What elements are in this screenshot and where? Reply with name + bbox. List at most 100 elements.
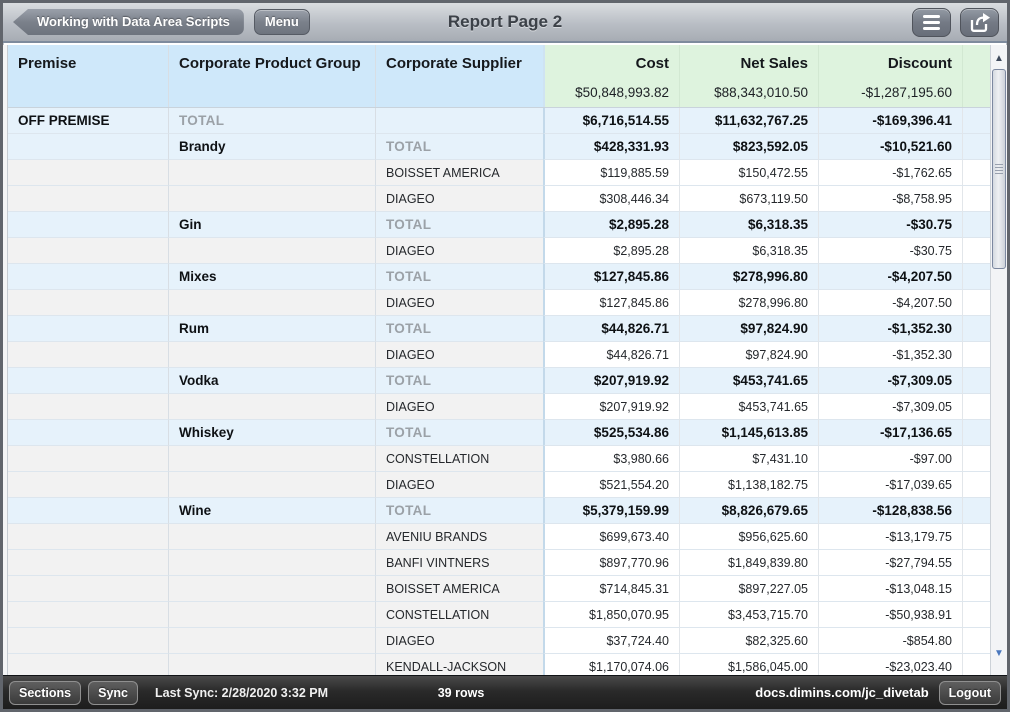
column-header-cost[interactable]: Cost $50,848,993.82: [543, 45, 679, 107]
cell-supplier: TOTAL: [375, 316, 543, 342]
cell-premise: [8, 316, 168, 342]
column-header-premise[interactable]: Premise: [8, 45, 168, 107]
back-button[interactable]: Working with Data Area Scripts: [13, 9, 244, 35]
cell-cost: $207,919.92: [543, 394, 679, 420]
table-row[interactable]: BANFI VINTNERS$897,770.96$1,849,839.80-$…: [8, 550, 990, 576]
cell-cost: $6,716,514.55: [543, 108, 679, 134]
table-row[interactable]: DIAGEO$308,446.34$673,119.50-$8,758.95: [8, 186, 990, 212]
column-header-discount[interactable]: Discount -$1,287,195.60: [818, 45, 962, 107]
cell-discount: -$1,352.30: [818, 316, 962, 342]
cell-cost: $44,826.71: [543, 316, 679, 342]
scroll-up-arrow-icon[interactable]: ▲: [991, 53, 1007, 64]
row-count: 39 rows: [438, 686, 485, 700]
cell-discount: -$23,023.40: [818, 654, 962, 675]
column-header-supplier[interactable]: Corporate Supplier: [375, 45, 543, 107]
table-body: OFF PREMISETOTAL$6,716,514.55$11,632,767…: [8, 108, 990, 675]
cell-cost: $44,826.71: [543, 342, 679, 368]
cell-premise: [8, 186, 168, 212]
cell-supplier: DIAGEO: [375, 472, 543, 498]
cell-spacer: [962, 524, 990, 550]
cell-premise: [8, 498, 168, 524]
cell-supplier: BOISSET AMERICA: [375, 576, 543, 602]
cell-premise: [8, 654, 168, 675]
table-row[interactable]: VodkaTOTAL$207,919.92$453,741.65-$7,309.…: [8, 368, 990, 394]
table-row[interactable]: BOISSET AMERICA$119,885.59$150,472.55-$1…: [8, 160, 990, 186]
cell-net-sales: $1,138,182.75: [679, 472, 818, 498]
cell-supplier: DIAGEO: [375, 186, 543, 212]
cell-spacer: [962, 316, 990, 342]
cell-discount: -$7,309.05: [818, 368, 962, 394]
cell-cost: $127,845.86: [543, 264, 679, 290]
app-window: Report Page 2 Working with Data Area Scr…: [0, 0, 1010, 712]
cell-supplier: TOTAL: [375, 420, 543, 446]
cell-discount: -$17,039.65: [818, 472, 962, 498]
cell-spacer: [962, 602, 990, 628]
table-row[interactable]: DIAGEO$37,724.40$82,325.60-$854.80: [8, 628, 990, 654]
table-row[interactable]: DIAGEO$2,895.28$6,318.35-$30.75: [8, 238, 990, 264]
table-row[interactable]: RumTOTAL$44,826.71$97,824.90-$1,352.30: [8, 316, 990, 342]
cell-net-sales: $11,632,767.25: [679, 108, 818, 134]
cell-discount: -$97.00: [818, 446, 962, 472]
scrollbar-thumb[interactable]: [992, 69, 1006, 269]
cell-net-sales: $897,227.05: [679, 576, 818, 602]
table-row[interactable]: GinTOTAL$2,895.28$6,318.35-$30.75: [8, 212, 990, 238]
server-url-text: docs.dimins.com/jc_divetab: [755, 685, 928, 700]
cell-premise: [8, 472, 168, 498]
share-button[interactable]: [960, 8, 999, 37]
cell-supplier: TOTAL: [375, 368, 543, 394]
column-header-net-sales[interactable]: Net Sales $88,343,010.50: [679, 45, 818, 107]
table-row[interactable]: OFF PREMISETOTAL$6,716,514.55$11,632,767…: [8, 108, 990, 134]
cell-spacer: [962, 550, 990, 576]
table-row[interactable]: CONSTELLATION$1,850,070.95$3,453,715.70-…: [8, 602, 990, 628]
cell-spacer: [962, 472, 990, 498]
sections-button[interactable]: Sections: [9, 681, 81, 705]
top-bar: Report Page 2 Working with Data Area Scr…: [3, 3, 1007, 43]
list-menu-button[interactable]: [912, 8, 951, 37]
logout-button[interactable]: Logout: [939, 681, 1001, 705]
cell-premise: [8, 420, 168, 446]
cell-cost: $428,331.93: [543, 134, 679, 160]
cell-spacer: [962, 238, 990, 264]
cell-premise: [8, 238, 168, 264]
table-row[interactable]: DIAGEO$207,919.92$453,741.65-$7,309.05: [8, 394, 990, 420]
table-row[interactable]: KENDALL-JACKSON$1,170,074.06$1,586,045.0…: [8, 654, 990, 675]
cell-discount: -$10,521.60: [818, 134, 962, 160]
cell-premise: [8, 368, 168, 394]
cell-supplier: BANFI VINTNERS: [375, 550, 543, 576]
cell-group: Wine: [168, 498, 375, 524]
cell-cost: $3,980.66: [543, 446, 679, 472]
cell-net-sales: $97,824.90: [679, 342, 818, 368]
cell-net-sales: $278,996.80: [679, 264, 818, 290]
scroll-down-arrow-icon[interactable]: ▼: [991, 648, 1007, 659]
table-row[interactable]: BrandyTOTAL$428,331.93$823,592.05-$10,52…: [8, 134, 990, 160]
table-row[interactable]: DIAGEO$127,845.86$278,996.80-$4,207.50: [8, 290, 990, 316]
cell-discount: -$8,758.95: [818, 186, 962, 212]
cell-discount: -$1,762.65: [818, 160, 962, 186]
table-header-row: Premise Corporate Product Group Corporat…: [8, 45, 990, 108]
cell-discount: -$50,938.91: [818, 602, 962, 628]
table-row[interactable]: DIAGEO$521,554.20$1,138,182.75-$17,039.6…: [8, 472, 990, 498]
table-row[interactable]: CONSTELLATION$3,980.66$7,431.10-$97.00: [8, 446, 990, 472]
cell-premise: [8, 134, 168, 160]
cell-discount: -$169,396.41: [818, 108, 962, 134]
table-row[interactable]: WhiskeyTOTAL$525,534.86$1,145,613.85-$17…: [8, 420, 990, 446]
cell-group: [168, 602, 375, 628]
table-row[interactable]: AVENIU BRANDS$699,673.40$956,625.60-$13,…: [8, 524, 990, 550]
cell-spacer: [962, 186, 990, 212]
sync-button[interactable]: Sync: [88, 681, 138, 705]
cell-supplier: AVENIU BRANDS: [375, 524, 543, 550]
table-row[interactable]: WineTOTAL$5,379,159.99$8,826,679.65-$128…: [8, 498, 990, 524]
table-row[interactable]: MixesTOTAL$127,845.86$278,996.80-$4,207.…: [8, 264, 990, 290]
cell-cost: $207,919.92: [543, 368, 679, 394]
vertical-scrollbar[interactable]: ▲ ▼: [990, 45, 1007, 675]
cell-net-sales: $7,431.10: [679, 446, 818, 472]
table-row[interactable]: BOISSET AMERICA$714,845.31$897,227.05-$1…: [8, 576, 990, 602]
cell-group: [168, 160, 375, 186]
cell-supplier: TOTAL: [375, 134, 543, 160]
table-row[interactable]: DIAGEO$44,826.71$97,824.90-$1,352.30: [8, 342, 990, 368]
menu-button[interactable]: Menu: [254, 9, 310, 35]
top-right-actions: [912, 8, 999, 37]
column-header-product-group[interactable]: Corporate Product Group: [168, 45, 375, 107]
cell-supplier: DIAGEO: [375, 394, 543, 420]
cell-discount: -$13,048.15: [818, 576, 962, 602]
